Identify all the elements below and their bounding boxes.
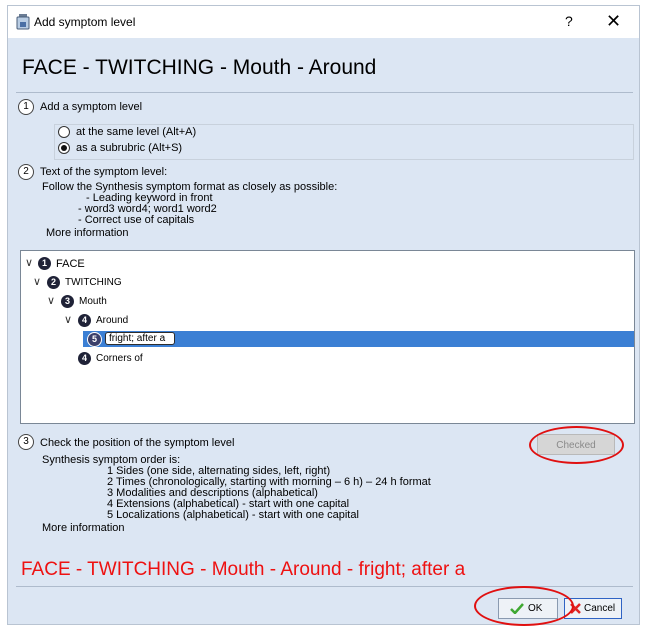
annotation-circle bbox=[529, 426, 624, 464]
symptom-preview: FACE - TWITCHING - Mouth - Around - frig… bbox=[21, 559, 466, 580]
help-button[interactable]: ? bbox=[565, 13, 573, 29]
level-badge: 1 bbox=[38, 257, 51, 270]
window-title: Add symptom level bbox=[34, 15, 136, 29]
symptom-text-input[interactable]: fright; after a bbox=[105, 332, 175, 345]
order-rule: 5 Localizations (alphabetical) - start w… bbox=[107, 509, 359, 521]
radio-same-level[interactable] bbox=[58, 126, 70, 138]
tree-node-twitching[interactable]: TWITCHING bbox=[65, 277, 122, 288]
tree-node-face[interactable]: FACE bbox=[56, 258, 85, 270]
symptom-tree[interactable]: ∨ 1 FACE ∨ 2 TWITCHING ∨ 3 Mouth ∨ 4 Aro… bbox=[20, 250, 635, 424]
title-bar: Add symptom level ? ✕ bbox=[8, 6, 639, 38]
step-number-3: 3 bbox=[18, 434, 34, 450]
step-number-1: 1 bbox=[18, 99, 34, 115]
chevron-down-icon[interactable]: ∨ bbox=[33, 275, 41, 288]
tree-node-corners-of[interactable]: Corners of bbox=[96, 353, 143, 364]
level-badge: 4 bbox=[78, 352, 91, 365]
app-bottle-icon bbox=[16, 14, 30, 30]
divider bbox=[16, 92, 633, 93]
page-title: FACE - TWITCHING - Mouth - Around bbox=[22, 56, 377, 79]
level-badge: 5 bbox=[87, 332, 102, 347]
section-2-label: Text of the symptom level: bbox=[40, 166, 168, 178]
level-badge: 4 bbox=[78, 314, 91, 327]
radio-subrubric-label[interactable]: as a subrubric (Alt+S) bbox=[76, 142, 182, 154]
cancel-label: Cancel bbox=[584, 603, 616, 614]
more-information-link[interactable]: More information bbox=[46, 227, 129, 239]
section-1-label: Add a symptom level bbox=[40, 101, 143, 113]
radio-subrubric[interactable] bbox=[58, 142, 70, 154]
step-number-2: 2 bbox=[18, 164, 34, 180]
tree-node-around[interactable]: Around bbox=[96, 315, 128, 326]
close-button[interactable]: ✕ bbox=[606, 11, 621, 32]
chevron-down-icon[interactable]: ∨ bbox=[64, 313, 72, 326]
radio-same-level-label[interactable]: at the same level (Alt+A) bbox=[76, 126, 196, 138]
chevron-down-icon[interactable]: ∨ bbox=[47, 294, 55, 307]
level-badge: 3 bbox=[61, 295, 74, 308]
chevron-down-icon[interactable]: ∨ bbox=[25, 256, 33, 269]
tree-node-mouth[interactable]: Mouth bbox=[79, 296, 107, 307]
format-rule: - Correct use of capitals bbox=[78, 214, 195, 226]
more-information-link[interactable]: More information bbox=[42, 522, 125, 534]
dialog-window: Add symptom level ? ✕ FACE - TWITCHING -… bbox=[7, 5, 640, 626]
level-badge: 2 bbox=[47, 276, 60, 289]
annotation-circle bbox=[474, 586, 574, 626]
section-3-label: Check the position of the symptom level bbox=[40, 437, 235, 449]
